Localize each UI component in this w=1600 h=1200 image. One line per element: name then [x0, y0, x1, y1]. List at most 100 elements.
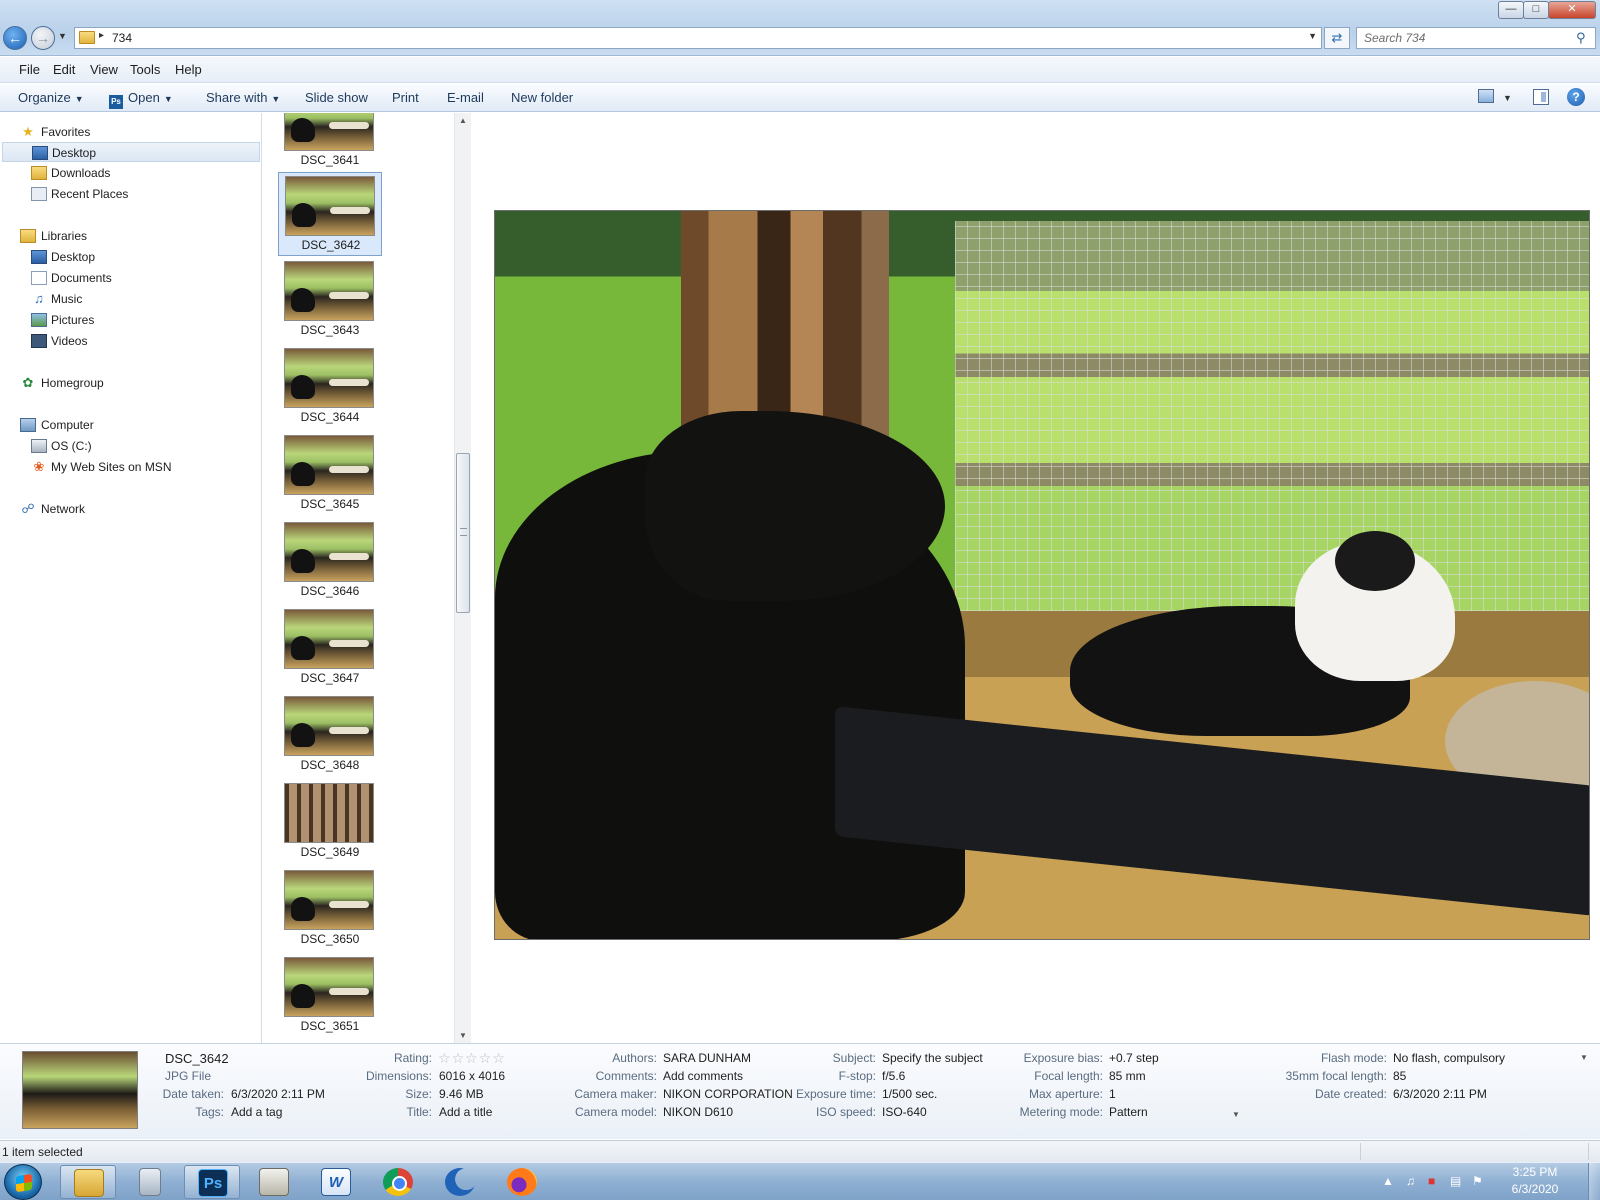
flash-value[interactable]: No flash, compulsory	[1393, 1051, 1505, 1065]
nav-lib-desktop[interactable]: Desktop	[0, 247, 262, 267]
clock-date[interactable]: 6/3/2020	[1500, 1182, 1570, 1196]
nav-documents[interactable]: Documents	[0, 268, 262, 288]
thumbnail-item[interactable]: DSC_3650	[278, 867, 382, 951]
camera-model-value[interactable]: NIKON D610	[663, 1105, 733, 1119]
tags-value[interactable]: Add a tag	[231, 1105, 282, 1119]
back-button[interactable]: ←	[3, 26, 27, 50]
thumbnail-item[interactable]: DSC_3645	[278, 432, 382, 516]
star-outline-icon[interactable]: ☆	[452, 1050, 466, 1066]
taskbar-calculator[interactable]	[122, 1165, 178, 1199]
refresh-button[interactable]: ⇄	[1324, 27, 1350, 49]
menu-file[interactable]: File	[19, 62, 40, 77]
thumbnail-item[interactable]: DSC_3644	[278, 345, 382, 429]
iso-value[interactable]: ISO-640	[882, 1105, 927, 1119]
preview-pane-icon[interactable]	[1533, 89, 1549, 105]
speaker-icon[interactable]: ♫	[1406, 1174, 1415, 1188]
thumbnail-item[interactable]: DSC_3648	[278, 693, 382, 777]
title-value[interactable]: Add a title	[439, 1105, 492, 1119]
thumbnail-item-selected[interactable]: DSC_3642	[278, 172, 382, 256]
thumbnail-item[interactable]: DSC_3643	[278, 258, 382, 342]
focal35-value[interactable]: 85	[1393, 1069, 1406, 1083]
share-with-button[interactable]: Share with ▼	[206, 90, 280, 105]
details-expand-arrow-icon[interactable]: ▼	[1580, 1053, 1588, 1062]
taskbar-explorer[interactable]	[60, 1165, 116, 1199]
taskbar-chrome[interactable]	[370, 1165, 426, 1199]
rating-stars[interactable]: ☆☆☆☆☆	[438, 1050, 506, 1067]
max-aperture-value[interactable]: 1	[1109, 1087, 1116, 1101]
thumbnail-item[interactable]: DSC_3649	[278, 780, 382, 864]
search-input[interactable]	[1356, 27, 1596, 49]
email-button[interactable]: E-mail	[447, 90, 484, 105]
nav-msn-sites[interactable]: ❀ My Web Sites on MSN	[0, 457, 262, 477]
menu-tools[interactable]: Tools	[130, 62, 160, 77]
thumbnail-item[interactable]: DSC_3651	[278, 954, 382, 1038]
thumbnail-item[interactable]: DSC_3647	[278, 606, 382, 690]
clock-time[interactable]: 3:25 PM	[1500, 1165, 1570, 1179]
minimize-button[interactable]: —	[1498, 1, 1524, 19]
nav-favorites-desktop[interactable]: Desktop	[2, 142, 260, 162]
organize-button[interactable]: Organize ▼	[18, 90, 84, 105]
exposure-time-value[interactable]: 1/500 sec.	[882, 1087, 937, 1101]
date-taken-value[interactable]: 6/3/2020 2:11 PM	[231, 1087, 325, 1101]
taskbar-word[interactable]: W	[308, 1165, 364, 1199]
focal-length-value[interactable]: 85 mm	[1109, 1069, 1146, 1083]
scroll-up-arrow-icon[interactable]: ▲	[459, 116, 467, 125]
breadcrumb-separator-icon[interactable]: ▸	[99, 30, 104, 41]
show-desktop-button[interactable]	[1588, 1163, 1600, 1200]
nav-network[interactable]: ☍ Network	[0, 499, 262, 519]
metering-value[interactable]: Pattern	[1109, 1105, 1148, 1119]
address-history-dropdown[interactable]: ▼	[1308, 31, 1317, 41]
nav-computer[interactable]: Computer	[0, 415, 262, 435]
close-button[interactable]: ✕	[1548, 1, 1596, 19]
taskbar-moon-app[interactable]	[432, 1165, 488, 1199]
nav-music[interactable]: ♫ Music	[0, 289, 262, 309]
print-button[interactable]: Print	[392, 90, 419, 105]
taskbar-firefox[interactable]	[494, 1165, 550, 1199]
open-button[interactable]: Ps Open ▼	[109, 90, 173, 109]
start-button[interactable]	[4, 1164, 42, 1200]
new-folder-button[interactable]: New folder	[511, 90, 573, 105]
star-outline-icon[interactable]: ☆	[438, 1050, 452, 1066]
date-created-value[interactable]: 6/3/2020 2:11 PM	[1393, 1087, 1487, 1101]
thumbnail-item[interactable]: DSC_3646	[278, 519, 382, 603]
nav-videos[interactable]: Videos	[0, 331, 262, 351]
views-dropdown[interactable]: ▼	[1503, 93, 1512, 103]
menu-help[interactable]: Help	[175, 62, 202, 77]
menu-edit[interactable]: Edit	[53, 62, 75, 77]
subject-value[interactable]: Specify the subject	[882, 1051, 983, 1065]
nav-favorites[interactable]: ★ Favorites	[0, 122, 262, 142]
nav-downloads[interactable]: Downloads	[0, 163, 262, 183]
show-hidden-icons-icon[interactable]: ▲	[1382, 1174, 1394, 1188]
network-tray-icon[interactable]: ▤	[1450, 1174, 1461, 1188]
change-view-icon[interactable]	[1478, 89, 1494, 103]
star-outline-icon[interactable]: ☆	[465, 1050, 479, 1066]
nav-os-drive[interactable]: OS (C:)	[0, 436, 262, 456]
fstop-value[interactable]: f/5.6	[882, 1069, 905, 1083]
slide-show-button[interactable]: Slide show	[305, 90, 368, 105]
authors-value[interactable]: SARA DUNHAM	[663, 1051, 751, 1065]
recent-pages-dropdown[interactable]: ▼	[58, 31, 67, 41]
exposure-bias-value[interactable]: +0.7 step	[1109, 1051, 1159, 1065]
scrollbar-thumb[interactable]	[456, 453, 470, 613]
search-icon[interactable]: ⚲	[1576, 30, 1586, 46]
help-icon[interactable]: ?	[1567, 88, 1585, 106]
scroll-down-arrow-icon[interactable]: ▼	[459, 1031, 467, 1040]
star-outline-icon[interactable]: ☆	[492, 1050, 506, 1066]
breadcrumb-current[interactable]: 734	[112, 31, 132, 45]
nav-pictures[interactable]: Pictures	[0, 310, 262, 330]
camera-maker-value[interactable]: NIKON CORPORATION	[663, 1087, 793, 1101]
maximize-button[interactable]: □	[1523, 1, 1549, 19]
comments-value[interactable]: Add comments	[663, 1069, 743, 1083]
action-center-flag-icon[interactable]: ⚑	[1472, 1174, 1483, 1188]
menu-view[interactable]: View	[90, 62, 118, 77]
nav-libraries[interactable]: Libraries	[0, 226, 262, 246]
thumbnail-item[interactable]: DSC_3641	[278, 113, 382, 172]
preview-image[interactable]	[494, 210, 1590, 940]
nav-homegroup[interactable]: ✿ Homegroup	[0, 373, 262, 393]
star-outline-icon[interactable]: ☆	[479, 1050, 493, 1066]
nav-recent-places[interactable]: Recent Places	[0, 184, 262, 204]
forward-button[interactable]: →	[31, 26, 55, 50]
volume-muted-icon[interactable]: ■	[1428, 1174, 1435, 1188]
thumbnail-scrollbar[interactable]: ▲ ▼	[454, 113, 471, 1043]
address-bar[interactable]: ▸ 734 ▼	[74, 27, 1322, 49]
